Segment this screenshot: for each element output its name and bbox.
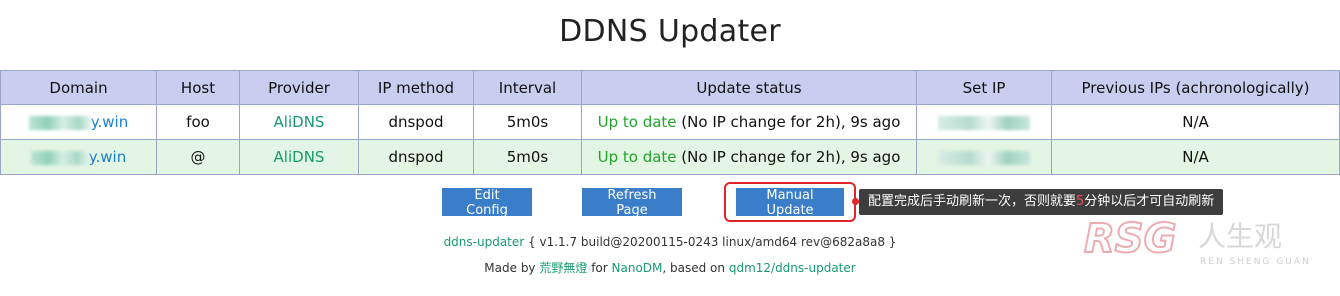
status-detail: (No IP change for 2h), 9s ago [676, 113, 901, 131]
domain-suffix[interactable]: y.win [91, 113, 128, 131]
previous-ips-cell: N/A [1051, 139, 1340, 175]
col-set-ip: Set IP [916, 70, 1052, 105]
ip-method-cell: dnspod [358, 104, 474, 140]
update-status-cell: Up to date (No IP change for 2h), 9s ago [581, 104, 917, 140]
table-row: y.win @ AliDNS dnspod 5m0s Up to date (N… [0, 139, 1340, 175]
version-text: { v1.1.7 build@20200115-0243 linux/amd64… [524, 235, 897, 249]
col-domain: Domain [0, 70, 157, 105]
interval-cell: 5m0s [473, 104, 582, 140]
host-cell: @ [156, 139, 240, 175]
based-on-text: , based on [662, 261, 729, 275]
redacted-ip [938, 150, 1030, 165]
set-ip-cell [916, 104, 1052, 140]
redacted-domain [30, 150, 89, 165]
app-link[interactable]: ddns-updater [444, 235, 525, 249]
status-ok-label: Up to date [597, 148, 677, 166]
ddns-table: Domain Host Provider IP method Interval … [0, 70, 1340, 175]
status-ok-label: Up to date [597, 113, 677, 131]
for-text: for [587, 261, 612, 275]
col-provider: Provider [239, 70, 359, 105]
annotation-dot [852, 198, 859, 205]
status-detail: (No IP change for 2h), 9s ago [676, 148, 901, 166]
watermark-logo: RSG 人生观 REN SHENG GUAN [1083, 215, 1311, 267]
col-interval: Interval [473, 70, 582, 105]
made-by-text: Made by [484, 261, 540, 275]
col-update-status: Update status [581, 70, 917, 105]
author-link[interactable]: 荒野無燈 [539, 261, 587, 275]
previous-ips-cell: N/A [1051, 104, 1340, 140]
table-header-row: Domain Host Provider IP method Interval … [0, 70, 1340, 105]
domain-suffix[interactable]: y.win [89, 148, 126, 166]
domain-cell[interactable]: y.win [0, 139, 157, 175]
watermark-cn: 人生观 [1198, 220, 1282, 253]
table-row: y.win foo AliDNS dnspod 5m0s Up to date … [0, 104, 1340, 140]
page-title: DDNS Updater [559, 14, 781, 49]
ip-method-cell: dnspod [358, 139, 474, 175]
update-status-cell: Up to date (No IP change for 2h), 9s ago [581, 139, 917, 175]
refresh-page-button[interactable]: Refresh Page [582, 188, 682, 218]
watermark-rsg: RSG [1084, 216, 1176, 262]
col-ip-method: IP method [358, 70, 474, 105]
upstream-link[interactable]: qdm12/ddns-updater [729, 261, 856, 275]
col-previous-ips: Previous IPs (achronologically) [1051, 70, 1340, 105]
annotation-highlight-box [724, 182, 856, 222]
redacted-ip [938, 115, 1030, 130]
interval-cell: 5m0s [473, 139, 582, 175]
host-cell: foo [156, 104, 240, 140]
redacted-domain [28, 115, 91, 130]
watermark-en: REN SHENG GUAN [1200, 257, 1311, 267]
edit-config-button[interactable]: Edit Config [442, 188, 532, 218]
provider-link[interactable]: AliDNS [239, 104, 359, 140]
tooltip-text-after: 分钟以后才可自动刷新 [1084, 194, 1215, 209]
set-ip-cell [916, 139, 1052, 175]
provider-link[interactable]: AliDNS [239, 139, 359, 175]
nanodm-link[interactable]: NanoDM [612, 261, 663, 275]
col-host: Host [156, 70, 240, 105]
domain-cell[interactable]: y.win [0, 104, 157, 140]
tooltip-text-before: 配置完成后手动刷新一次，否则就要 [868, 194, 1077, 209]
